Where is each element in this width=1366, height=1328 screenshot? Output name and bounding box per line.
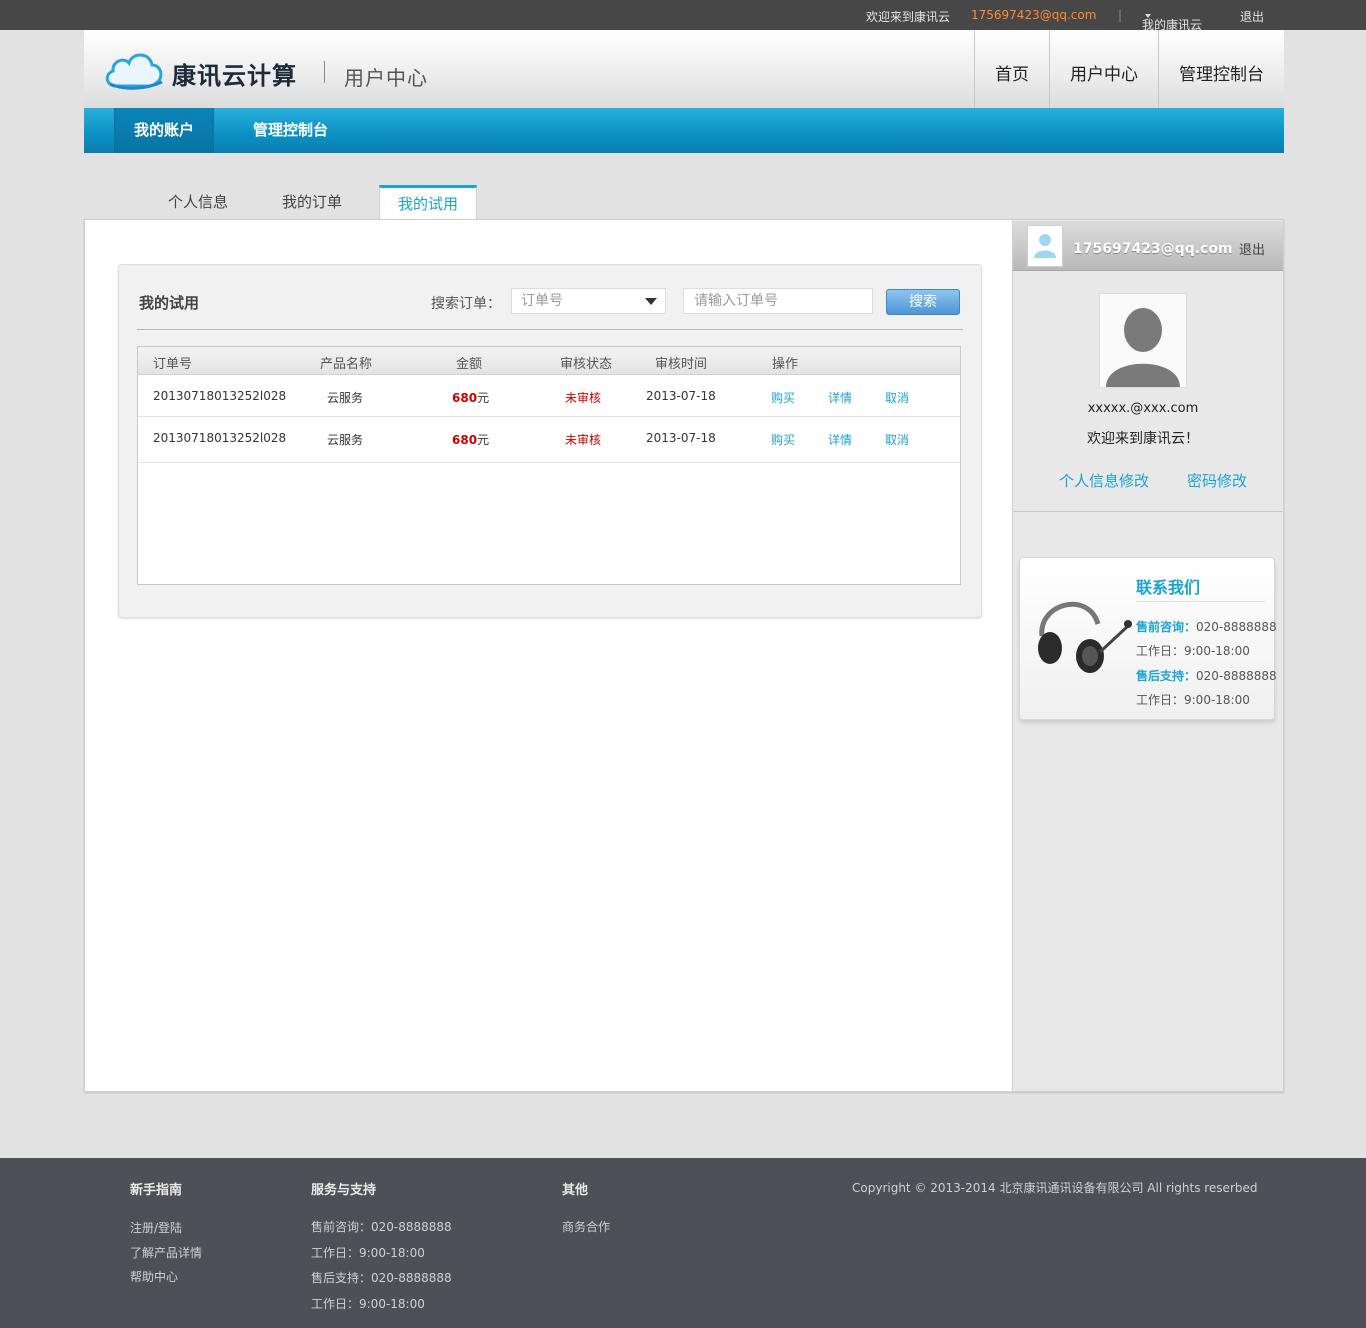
search-label: 搜索订单： [431, 296, 501, 312]
trial-table: 订单号 产品名称 金额 审核状态 审核时间 操作 20130718013252l… [137, 346, 961, 585]
order-no: 20130718013252l028 [153, 389, 287, 403]
trial-title: 我的试用 [139, 294, 200, 312]
footer-link-register[interactable]: 注册/登陆 [130, 1219, 182, 1236]
product-name: 云服务 [327, 391, 364, 405]
status: 未审核 [565, 433, 602, 447]
footer: 新手指南 注册/登陆 了解产品详情 帮助中心 服务与支持 售前咨询：020-88… [0, 1158, 1366, 1328]
tab-my-orders[interactable]: 我的订单 [282, 186, 342, 220]
page-subtitle: 用户中心 [344, 66, 428, 90]
user-silhouette-icon [1100, 294, 1186, 387]
table-header: 订单号 产品名称 金额 审核状态 审核时间 操作 [138, 347, 960, 375]
footer-link-business[interactable]: 商务合作 [562, 1218, 610, 1235]
amount-unit: 元 [477, 391, 490, 405]
footer-link-products[interactable]: 了解产品详情 [130, 1244, 202, 1261]
sidebar-user-email: 175697423@qq.com [1073, 241, 1233, 257]
change-password-link[interactable]: 密码修改 [1187, 470, 1247, 491]
welcome-text: 欢迎来到康讯云 [866, 10, 951, 24]
dropdown-arrow-icon [645, 298, 657, 305]
footer-guide-title: 新手指南 [130, 1183, 183, 1198]
separator: | [1118, 8, 1123, 22]
profile-welcome: 欢迎来到康讯云！ [1087, 431, 1199, 447]
col-product: 产品名称 [320, 357, 373, 372]
nav-home[interactable]: 首页 [974, 30, 1049, 108]
contact-divider [1136, 601, 1266, 602]
user-bar: 175697423@qq.com 退出 [1013, 221, 1283, 271]
nav-user-center[interactable]: 用户中心 [1049, 30, 1158, 108]
cloud-logo-icon [105, 53, 163, 90]
title-divider [137, 329, 963, 330]
amount-value: 680 [452, 391, 478, 405]
amount-value: 680 [452, 433, 478, 447]
avatar[interactable] [1027, 225, 1063, 267]
order-search-input[interactable] [683, 288, 873, 314]
amount: 680元 [452, 389, 489, 406]
amount-unit: 元 [477, 433, 490, 447]
status: 未审核 [565, 391, 602, 405]
contact-card: 联系我们 售前咨询：020-8888888 工作日：9:00-18:00 售后支… [1019, 557, 1277, 720]
search-type-select[interactable]: 订单号 [511, 288, 666, 314]
table-row: 20130718013252l028 云服务 680元 未审核 2013-07-… [138, 417, 960, 463]
user-icon [1034, 234, 1056, 258]
col-time: 审核时间 [655, 357, 708, 372]
trial-box: 我的试用 搜索订单： 订单号 搜索 订单号 产品名称 金额 审核状态 审核时间 … [118, 264, 982, 618]
profile-email: xxxxx.@xxx.com [1087, 401, 1199, 416]
tab-my-trials[interactable]: 我的试用 [379, 185, 477, 220]
user-email-link[interactable]: 175697423@qq.com [971, 8, 1096, 22]
col-amount: 金额 [456, 357, 483, 372]
subnav-my-account[interactable]: 我的账户 [114, 108, 214, 153]
table-row: 20130718013252l028 云服务 680元 未审核 2013-07-… [138, 375, 960, 417]
header: 康讯云计算 用户中心 首页 用户中心 管理控制台 [84, 30, 1284, 108]
footer-presale: 售前咨询：020-8888888 [311, 1220, 452, 1234]
headset-icon [1038, 602, 1132, 673]
amount: 680元 [452, 431, 489, 448]
search-type-value: 订单号 [521, 293, 563, 309]
copyright: Copyright © 2013-2014 北京康讯通讯设备有限公司 All r… [852, 1181, 1258, 1195]
profile-divider [1013, 511, 1283, 512]
workday-line: 工作日：9:00-18:00 [1136, 644, 1250, 658]
search-button[interactable]: 搜索 [886, 289, 960, 315]
tab-personal-info[interactable]: 个人信息 [168, 186, 228, 220]
subnav-console[interactable]: 管理控制台 [253, 108, 328, 153]
buy-link[interactable]: 购买 [771, 389, 795, 406]
footer-workday: 工作日：9:00-18:00 [311, 1297, 425, 1311]
footer-aftersale: 售后支持：020-8888888 [311, 1271, 452, 1285]
review-time: 2013-07-18 [646, 389, 716, 403]
main-nav: 首页 用户中心 管理控制台 [974, 30, 1284, 108]
top-bar: 欢迎来到康讯云 175697423@qq.com | 我的康讯云 退出 [0, 0, 1366, 32]
footer-support-title: 服务与支持 [311, 1183, 377, 1198]
footer-link-help[interactable]: 帮助中心 [130, 1268, 178, 1285]
sub-nav: 我的账户 管理控制台 [84, 108, 1284, 153]
order-no: 20130718013252l028 [153, 431, 287, 445]
edit-profile-link[interactable]: 个人信息修改 [1059, 470, 1149, 491]
presale-phone: 020-8888888 [1196, 620, 1277, 634]
contact-title: 联系我们 [1136, 578, 1201, 597]
workday-line: 工作日：9:00-18:00 [1136, 693, 1250, 707]
presale-line: 售前咨询：020-8888888 [1136, 618, 1277, 635]
aftersale-line: 售后支持：020-8888888 [1136, 667, 1277, 684]
product-name: 云服务 [327, 433, 364, 447]
brand-divider [324, 61, 325, 83]
cancel-link[interactable]: 取消 [885, 431, 909, 448]
cancel-link[interactable]: 取消 [885, 389, 909, 406]
footer-workday: 工作日：9:00-18:00 [311, 1246, 425, 1260]
my-cloud-menu[interactable]: 我的康讯云 [1142, 8, 1202, 32]
col-status: 审核状态 [560, 357, 613, 372]
review-time: 2013-07-18 [646, 431, 716, 445]
detail-link[interactable]: 详情 [828, 389, 852, 406]
sidebar-logout[interactable]: 退出 [1239, 239, 1265, 258]
presale-label: 售前咨询： [1136, 620, 1197, 634]
profile-avatar [1099, 293, 1187, 388]
col-actions: 操作 [772, 357, 799, 372]
aftersale-phone: 020-8888888 [1196, 669, 1277, 683]
footer-other-title: 其他 [562, 1183, 589, 1198]
aftersale-label: 售后支持： [1136, 669, 1197, 683]
logout-link[interactable]: 退出 [1240, 8, 1264, 25]
buy-link[interactable]: 购买 [771, 431, 795, 448]
brand-name: 康讯云计算 [172, 62, 297, 90]
nav-console[interactable]: 管理控制台 [1158, 30, 1284, 108]
col-order-no: 订单号 [153, 357, 193, 372]
detail-link[interactable]: 详情 [828, 431, 852, 448]
